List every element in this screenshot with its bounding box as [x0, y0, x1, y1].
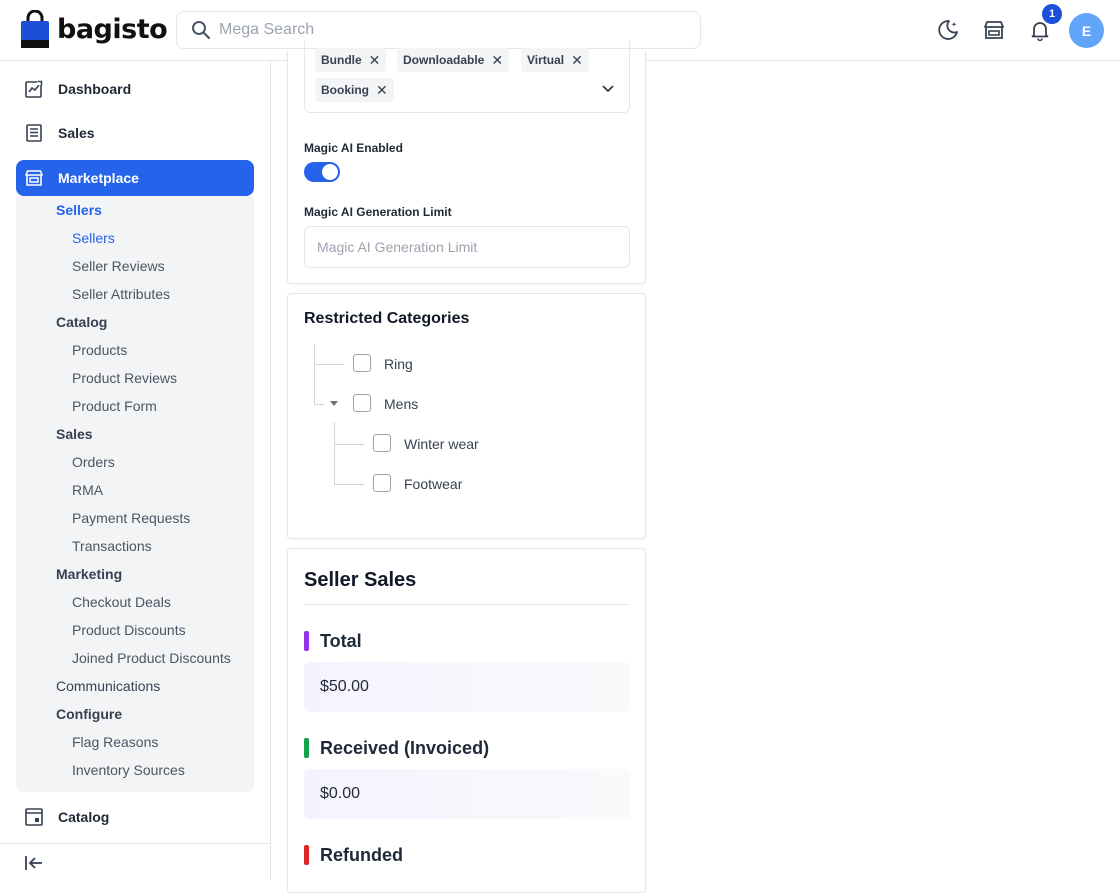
submenu-joined-product-discounts[interactable]: Joined Product Discounts	[72, 650, 231, 666]
submenu-payment-requests[interactable]: Payment Requests	[72, 510, 190, 526]
submenu-flag-reasons[interactable]: Flag Reasons	[72, 734, 158, 750]
sidebar-item-catalog[interactable]: Catalog	[16, 799, 254, 835]
submenu-product-discounts[interactable]: Product Discounts	[72, 622, 186, 638]
magic-ai-enabled-toggle[interactable]	[304, 162, 340, 182]
submenu-orders[interactable]: Orders	[72, 454, 115, 470]
product-type-tag: Virtual ✕	[521, 48, 589, 72]
notification-count-badge: 1	[1042, 4, 1062, 24]
submenu-catalog[interactable]: Catalog	[56, 314, 107, 330]
sidebar-item-label: Dashboard	[58, 81, 132, 97]
storefront-icon	[984, 21, 1004, 39]
category-checkbox-ring[interactable]	[353, 354, 371, 372]
dashboard-icon	[25, 80, 43, 98]
submenu-sellers[interactable]: Sellers	[56, 202, 102, 218]
category-checkbox-footwear[interactable]	[373, 474, 391, 492]
search-icon	[192, 21, 211, 40]
tag-label: Virtual	[527, 53, 565, 67]
restricted-categories-title: Restricted Categories	[304, 310, 470, 327]
seller-sales-title: Seller Sales	[304, 569, 417, 591]
sidebar-item-dashboard[interactable]: Dashboard	[16, 71, 254, 107]
sidebar-item-marketplace[interactable]: Marketplace	[16, 160, 254, 196]
main-content: Bundle ✕ Downloadable ✕ Virtual ✕ Booking ✕ …	[271, 41, 1120, 893]
mega-search-input[interactable]	[219, 21, 659, 39]
restricted-categories-card: Restricted Categories Ring Mens Winter w…	[287, 293, 646, 539]
divider	[304, 604, 630, 605]
allowed-product-types-select[interactable]: Bundle ✕ Downloadable ✕ Virtual ✕ Booking ✕	[304, 41, 630, 113]
submenu-product-reviews[interactable]: Product Reviews	[72, 370, 177, 386]
category-checkbox-winter-wear[interactable]	[373, 434, 391, 452]
category-label: Ring	[384, 356, 413, 372]
visit-shop-button[interactable]	[982, 18, 1006, 42]
sales-icon	[26, 124, 42, 142]
collapse-sidebar-icon[interactable]	[24, 854, 44, 872]
stat-value-total: $50.00	[304, 662, 630, 712]
chevron-down-icon[interactable]	[601, 84, 615, 94]
expand-caret-icon[interactable]	[330, 401, 338, 406]
stat-value-received: $0.00	[304, 769, 630, 819]
dark-mode-toggle[interactable]	[936, 18, 960, 42]
tag-label: Booking	[321, 83, 369, 97]
magic-ai-limit-label: Magic AI Generation Limit	[304, 205, 452, 219]
remove-tag-icon[interactable]: ✕	[491, 52, 503, 69]
stat-label-refunded: Refunded	[320, 845, 403, 865]
seller-settings-card: Bundle ✕ Downloadable ✕ Virtual ✕ Booking ✕ …	[287, 41, 646, 284]
submenu-inventory-sources[interactable]: Inventory Sources	[72, 762, 185, 778]
submenu-seller-reviews[interactable]: Seller Reviews	[72, 258, 165, 274]
seller-sales-card: Seller Sales Total $50.00 Received (Invo…	[287, 548, 646, 893]
store-icon	[25, 170, 43, 186]
remove-tag-icon[interactable]: ✕	[376, 82, 388, 99]
submenu-rma[interactable]: RMA	[72, 482, 103, 498]
submenu-marketing[interactable]: Marketing	[56, 566, 122, 582]
sidebar-item-label: Catalog	[58, 809, 110, 825]
submenu-configure[interactable]: Configure	[56, 706, 122, 722]
submenu-checkout-deals[interactable]: Checkout Deals	[72, 594, 171, 610]
sidebar-item-label: Marketplace	[58, 170, 139, 186]
category-checkbox-mens[interactable]	[353, 394, 371, 412]
received-color-bar	[304, 738, 309, 758]
category-label: Mens	[384, 396, 419, 412]
submenu-communications[interactable]: Communications	[56, 678, 160, 694]
product-type-tag: Downloadable ✕	[397, 48, 510, 72]
submenu-sales[interactable]: Sales	[56, 426, 93, 442]
logo-text: bagisto	[57, 13, 168, 45]
sidebar-item-label: Sales	[58, 125, 95, 141]
submenu-product-form[interactable]: Product Form	[72, 398, 157, 414]
remove-tag-icon[interactable]: ✕	[369, 52, 381, 69]
refunded-color-bar	[304, 845, 309, 865]
submenu-products[interactable]: Products	[72, 342, 127, 358]
stat-label-total: Total	[320, 631, 362, 651]
total-color-bar	[304, 631, 309, 651]
sidebar-item-sales[interactable]: Sales	[16, 115, 254, 151]
submenu-sellers-list[interactable]: Sellers	[72, 230, 115, 246]
sidebar: Dashboard Sales Marketplace Sellers Sell…	[0, 61, 271, 880]
catalog-icon	[25, 808, 43, 826]
magic-ai-enabled-label: Magic AI Enabled	[304, 141, 403, 155]
tag-label: Downloadable	[403, 53, 485, 67]
user-avatar[interactable]: E	[1069, 13, 1104, 48]
product-type-tag: Booking ✕	[315, 78, 394, 102]
remove-tag-icon[interactable]: ✕	[571, 52, 583, 69]
moon-icon	[938, 20, 958, 40]
submenu-seller-attributes[interactable]: Seller Attributes	[72, 286, 170, 302]
bagisto-logo[interactable]: bagisto	[20, 10, 168, 48]
stat-label-received: Received (Invoiced)	[320, 738, 490, 758]
tag-label: Bundle	[321, 53, 362, 67]
category-label: Winter wear	[404, 436, 479, 452]
magic-ai-limit-input[interactable]	[304, 226, 630, 268]
shopping-bag-logo-icon	[21, 10, 49, 48]
sidebar-collapse-bar	[0, 843, 270, 880]
product-type-tag: Bundle ✕	[315, 48, 387, 72]
submenu-transactions[interactable]: Transactions	[72, 538, 152, 554]
category-label: Footwear	[404, 476, 463, 492]
